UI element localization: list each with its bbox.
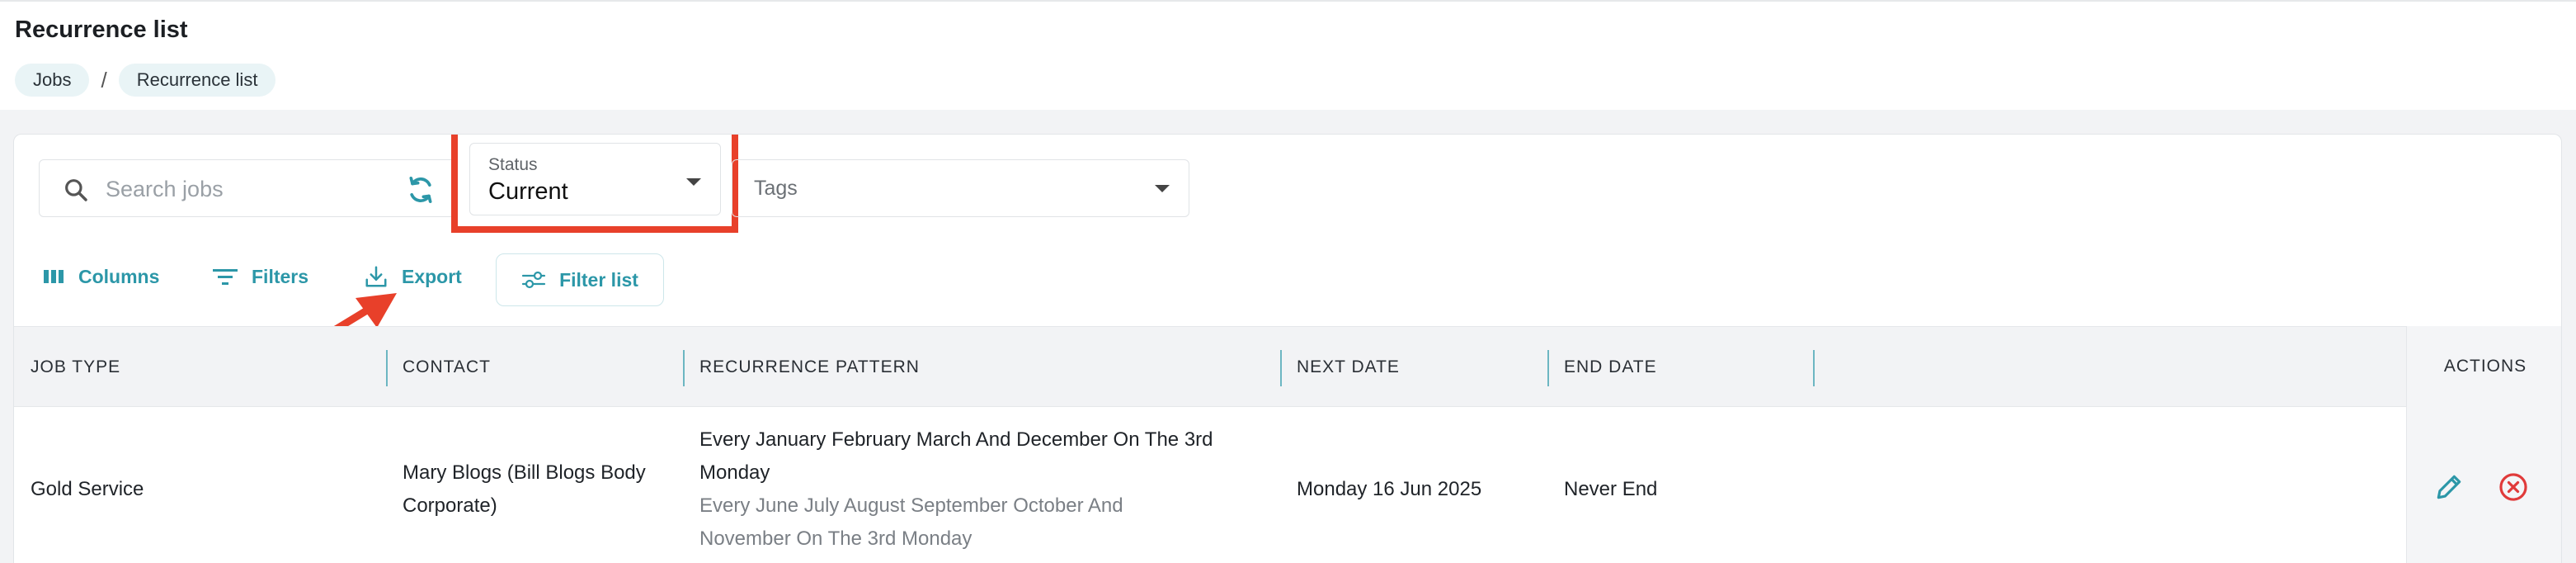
sliders-icon (521, 271, 546, 289)
status-label: Status (488, 155, 538, 174)
filter-list-label: Filter list (559, 268, 638, 291)
filter-icon (213, 269, 238, 285)
search-input[interactable] (106, 172, 370, 206)
download-icon (365, 266, 387, 287)
cell-recurrence-pattern: Every January February March And Decembe… (699, 423, 1277, 556)
column-header-next-date[interactable]: NEXT DATE (1297, 327, 1400, 408)
column-resizer[interactable] (1813, 350, 1815, 386)
export-label: Export (402, 265, 462, 287)
pattern-line: Every June July August September October… (699, 494, 1123, 517)
cell-job-type: Gold Service (31, 478, 144, 500)
column-header-actions: ACTIONS (2443, 357, 2527, 376)
recurrence-card: Status Current Tags Columns Filters Expo… (13, 134, 2562, 563)
cell-end-date: Never End (1564, 478, 1658, 500)
refresh-icon[interactable] (404, 173, 437, 206)
pattern-line: Every January February March And Decembe… (699, 428, 1213, 451)
column-header-job-type[interactable]: JOB TYPE (31, 327, 120, 408)
column-resizer[interactable] (1547, 350, 1549, 386)
columns-icon (44, 270, 64, 283)
column-header-end-date[interactable]: END DATE (1564, 327, 1657, 408)
columns-button[interactable]: Columns (42, 253, 159, 300)
contact-line: Corporate) (403, 494, 497, 517)
filters-label: Filters (252, 265, 309, 287)
edit-icon[interactable] (2433, 471, 2465, 503)
cell-next-date: Monday 16 Jun 2025 (1297, 478, 1482, 500)
tags-placeholder: Tags (754, 177, 798, 200)
chevron-down-icon (686, 178, 701, 186)
column-resizer[interactable] (683, 350, 685, 386)
pattern-line: Monday (699, 461, 770, 484)
top-border (0, 0, 2576, 2)
search-icon (65, 179, 87, 201)
breadcrumb-recurrence-list[interactable]: Recurrence list (118, 64, 276, 97)
contact-line: Mary Blogs (Bill Blogs Body (403, 461, 646, 484)
tags-select[interactable]: Tags (732, 159, 1189, 217)
table-header: JOB TYPE CONTACT RECURRENCE PATTERN NEXT… (14, 326, 2561, 408)
table-row[interactable]: Gold Service Mary Blogs (Bill Blogs Body… (14, 407, 2561, 563)
breadcrumb: Jobs / Recurrence list (15, 63, 276, 97)
status-value: Current (488, 178, 568, 205)
page-title: Recurrence list (15, 17, 188, 43)
delete-icon[interactable] (2498, 471, 2529, 503)
search-box (39, 159, 458, 217)
breadcrumb-jobs[interactable]: Jobs (15, 64, 90, 97)
column-header-recurrence-pattern[interactable]: RECURRENCE PATTERN (699, 327, 920, 408)
status-select[interactable]: Status Current (469, 143, 721, 215)
cell-contact: Mary Blogs (Bill Blogs Body Corporate) (403, 457, 675, 523)
pattern-line: November On The 3rd Monday (699, 528, 972, 550)
column-resizer[interactable] (1280, 350, 1282, 386)
filter-list-button[interactable]: Filter list (496, 253, 664, 306)
column-resizer[interactable] (386, 350, 388, 386)
columns-label: Columns (78, 265, 160, 287)
column-header-contact[interactable]: CONTACT (403, 327, 491, 408)
chevron-down-icon (1155, 185, 1170, 192)
actions-column: ACTIONS (2406, 326, 2561, 563)
breadcrumb-separator: / (101, 67, 107, 92)
